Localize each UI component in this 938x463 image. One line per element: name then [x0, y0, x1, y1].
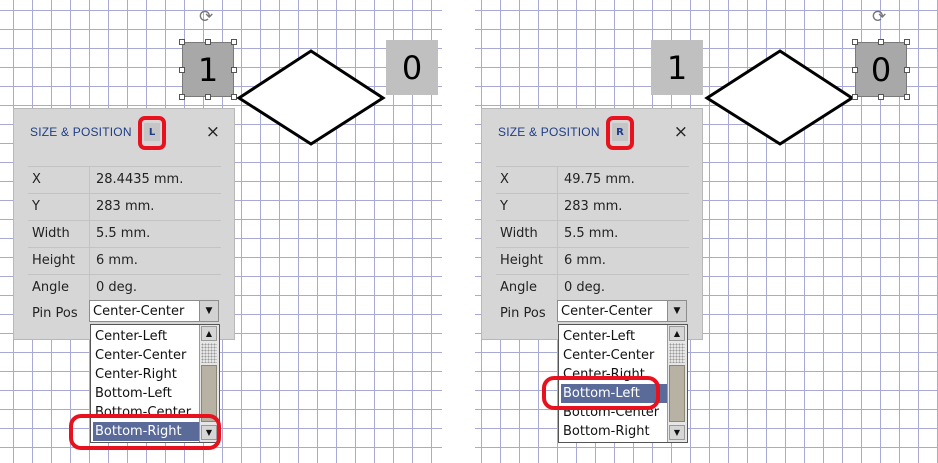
pin-pos-value: Center-Center [93, 304, 185, 319]
field-value-angle[interactable]: 0 deg. [96, 280, 137, 295]
highlight-callout [606, 116, 634, 150]
highlight-callout [542, 376, 660, 410]
field-label: Height [32, 253, 75, 268]
field-value-x[interactable]: 49.75 mm. [564, 172, 635, 187]
shape-label: 0 [870, 50, 892, 89]
shape-label: 0 [401, 48, 423, 87]
field-label: Height [500, 253, 543, 268]
field-row-width: Width 5.5 mm. [496, 220, 689, 247]
panel-title: SIZE & POSITION [30, 125, 132, 139]
field-row-y: Y 283 mm. [496, 193, 689, 220]
size-position-panel: SIZE & POSITION R × X 49.75 mm. Y 283 mm… [481, 108, 703, 340]
field-row-x: X 28.4435 mm. [28, 166, 221, 193]
field-label: Y [32, 199, 40, 214]
chevron-down-icon[interactable]: ▼ [667, 301, 686, 321]
resize-handle[interactable] [852, 67, 858, 73]
field-label: X [32, 172, 41, 187]
field-label: X [500, 172, 509, 187]
pin-pos-value: Center-Center [561, 304, 653, 319]
rotate-handle-icon[interactable]: ⟳ [199, 9, 213, 26]
shape-label: 1 [197, 50, 219, 89]
dropdown-option[interactable]: Center-Right [93, 365, 199, 384]
resize-handle[interactable] [878, 39, 884, 45]
field-label: Pin Pos [32, 306, 78, 321]
dropdown-option[interactable]: Center-Left [93, 327, 199, 346]
highlight-callout [69, 414, 221, 450]
shape-label: 1 [666, 48, 688, 87]
field-value-width[interactable]: 5.5 mm. [96, 226, 150, 241]
scroll-down-icon[interactable]: ▼ [669, 425, 685, 440]
diamond-shape[interactable] [236, 48, 386, 148]
field-value-width[interactable]: 5.5 mm. [564, 226, 618, 241]
dropdown-option[interactable]: Bottom-Right [561, 422, 667, 441]
resize-handle[interactable] [179, 39, 185, 45]
resize-handle[interactable] [231, 39, 237, 45]
dropdown-option[interactable]: Center-Center [93, 346, 199, 365]
scroll-up-icon[interactable]: ▲ [669, 326, 685, 341]
scroll-thumb[interactable] [669, 365, 685, 422]
close-icon[interactable]: × [674, 122, 688, 142]
rotate-handle-icon[interactable]: ⟳ [872, 9, 886, 26]
size-position-panel: SIZE & POSITION L × X 28.4435 mm. Y 283 … [13, 108, 235, 340]
drawing-canvas-right[interactable]: 1 0 ⟳ SIZE & POSITION R × X 49.75 mm. Y … [475, 0, 938, 463]
field-label: Pin Pos [500, 306, 546, 321]
resize-handle[interactable] [852, 94, 858, 100]
field-label: Y [500, 199, 508, 214]
resize-handle[interactable] [205, 94, 211, 100]
dropdown-scrollbar[interactable]: ▲ ▼ [667, 325, 687, 442]
field-value-y[interactable]: 283 mm. [564, 199, 622, 214]
shape-box-0[interactable]: 0 [386, 40, 438, 95]
field-value-height[interactable]: 6 mm. [564, 253, 606, 268]
field-value-height[interactable]: 6 mm. [96, 253, 138, 268]
field-label: Width [32, 226, 70, 241]
field-row-angle: Angle 0 deg. [496, 274, 689, 301]
close-icon[interactable]: × [206, 122, 220, 142]
field-value-y[interactable]: 283 mm. [96, 199, 154, 214]
field-row-width: Width 5.5 mm. [28, 220, 221, 247]
dropdown-option[interactable]: Center-Center [561, 346, 667, 365]
field-label: Angle [500, 280, 537, 295]
resize-handle[interactable] [205, 39, 211, 45]
scroll-up-icon[interactable]: ▲ [201, 326, 217, 341]
shape-box-1[interactable]: 1 [651, 40, 703, 95]
resize-handle[interactable] [878, 94, 884, 100]
field-label: Angle [32, 280, 69, 295]
pin-pos-select[interactable]: Center-Center ▼ [557, 300, 687, 322]
field-row-angle: Angle 0 deg. [28, 274, 221, 301]
resize-handle[interactable] [904, 67, 910, 73]
field-row-height: Height 6 mm. [496, 247, 689, 274]
resize-handle[interactable] [904, 94, 910, 100]
resize-handle[interactable] [904, 39, 910, 45]
dropdown-option[interactable]: Center-Left [561, 327, 667, 346]
resize-handle[interactable] [179, 67, 185, 73]
field-row-height: Height 6 mm. [28, 247, 221, 274]
field-value-x[interactable]: 28.4435 mm. [96, 172, 183, 187]
resize-handle[interactable] [852, 39, 858, 45]
panel-title: SIZE & POSITION [498, 125, 600, 139]
field-row-y: Y 283 mm. [28, 193, 221, 220]
highlight-callout [138, 116, 166, 150]
shape-box-1-selected[interactable]: 1 [182, 42, 234, 97]
chevron-down-icon[interactable]: ▼ [199, 301, 218, 321]
resize-handle[interactable] [179, 94, 185, 100]
pin-pos-select[interactable]: Center-Center ▼ [89, 300, 219, 322]
field-label: Width [500, 226, 538, 241]
field-value-angle[interactable]: 0 deg. [564, 280, 605, 295]
diamond-shape[interactable] [704, 48, 856, 148]
drawing-canvas-left[interactable]: 1 ⟳ 0 SIZE & POSITION L × X 28.4435 mm. … [0, 0, 442, 463]
dropdown-option[interactable]: Bottom-Left [93, 384, 199, 403]
shape-box-0-selected[interactable]: 0 [855, 42, 907, 97]
field-row-x: X 49.75 mm. [496, 166, 689, 193]
